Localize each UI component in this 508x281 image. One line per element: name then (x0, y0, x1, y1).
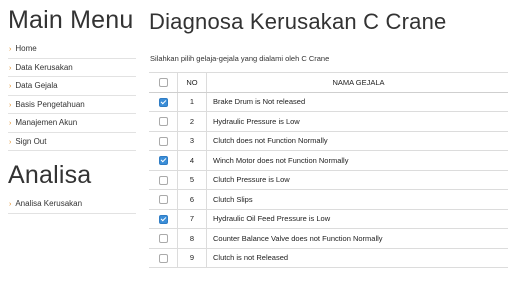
sidebar-item-data-gejala[interactable]: › Data Gejala (8, 77, 136, 96)
symptom-name: Clutch is not Released (206, 248, 508, 268)
checkbox-cell (149, 92, 178, 112)
symptom-name: Hydraulic Oil Feed Pressure is Low (206, 209, 508, 229)
main-menu-title: Main Menu (8, 6, 134, 34)
table-row: 9 Clutch is not Released (149, 248, 508, 268)
symptom-checkbox[interactable] (158, 97, 168, 107)
symptom-checkbox[interactable] (158, 214, 168, 224)
symptom-checkbox[interactable] (158, 156, 168, 165)
nav-item-label: Analisa Kerusakan (15, 199, 83, 208)
symptom-checkbox[interactable] (158, 234, 168, 243)
table-row: 7 Hydraulic Oil Feed Pressure is Low (149, 209, 508, 229)
header-no: NO (177, 72, 207, 93)
nav-item-label: Data Kerusakan (15, 62, 73, 72)
symptom-checkbox[interactable] (158, 195, 168, 204)
chevron-right-icon: › (9, 201, 12, 208)
symptom-name: Clutch does not Function Normally (206, 131, 508, 151)
symptom-checkbox[interactable] (158, 136, 168, 146)
table-row: 1 Brake Drum is Not released (149, 92, 508, 112)
nav-item-label: Manajemen Akun (15, 118, 78, 127)
sidebar-item-sign-out[interactable]: › Sign Out (8, 133, 136, 151)
symptom-checkbox[interactable] (158, 117, 168, 126)
symptom-name: Brake Drum is Not released (206, 92, 508, 112)
chevron-right-icon: › (9, 46, 12, 53)
checkbox-cell (149, 150, 178, 171)
symptom-name: Clutch Slips (206, 189, 508, 210)
main-content: Diagnosa Kerusakan C Crane Silahkan pili… (149, 0, 508, 268)
checkbox-cell (149, 228, 178, 249)
checkbox-cell (149, 189, 178, 210)
row-number: 2 (177, 111, 207, 132)
symptom-name: Hydraulic Pressure is Low (206, 111, 508, 132)
sidebar: Main Menu › Home › Data Kerusakan › Data Geja… (8, 0, 136, 214)
chevron-right-icon: › (9, 101, 12, 109)
checkbox-cell (149, 111, 178, 132)
row-number: 1 (177, 92, 207, 112)
chevron-right-icon: › (9, 83, 12, 90)
checkbox-cell (149, 170, 178, 190)
sidebar-item-manajemen-akun[interactable]: › Manajemen Akun (8, 114, 136, 133)
table-row: 2 Hydraulic Pressure is Low (149, 111, 508, 132)
analisa-menu-list: › Analisa Kerusakan (8, 195, 136, 214)
sidebar-item-basis-pengetahuan[interactable]: › Basis Pengetahuan (8, 96, 136, 114)
nav-item-label: Sign Out (15, 136, 47, 146)
table-row: 3 Clutch does not Function Normally (149, 131, 508, 151)
symptom-name: Clutch Pressure is Low (206, 170, 508, 190)
checkbox-cell (149, 209, 178, 229)
nav-item-label: Data Gejala (15, 81, 58, 90)
row-number: 4 (177, 150, 207, 171)
chevron-right-icon: › (9, 138, 12, 146)
row-number: 5 (177, 170, 207, 190)
row-number: 6 (177, 189, 207, 210)
instruction-text: Silahkan pilih gelaja-gejala yang dialam… (150, 54, 330, 63)
sidebar-item-data-kerusakan[interactable]: › Data Kerusakan (8, 59, 136, 77)
select-all-checkbox[interactable] (158, 78, 168, 87)
row-number: 7 (177, 209, 207, 229)
row-number: 3 (177, 131, 207, 151)
row-number: 8 (177, 228, 207, 249)
nav-item-label: Home (15, 44, 37, 53)
table-row: 8 Counter Balance Valve does not Function… (149, 228, 508, 249)
symptom-table: NO NAMA GEJALA 1 Brake Drum is Not releas… (149, 72, 508, 268)
sidebar-item-home[interactable]: › Home (8, 40, 136, 59)
page-title: Diagnosa Kerusakan C Crane (149, 9, 447, 34)
symptom-checkbox[interactable] (158, 253, 168, 263)
header-nama-gejala: NAMA GEJALA (206, 72, 508, 93)
row-number: 9 (177, 248, 207, 268)
main-menu-list: › Home › Data Kerusakan › Data Gejala › Basis P… (8, 40, 136, 151)
table-row: 5 Clutch Pressure is Low (149, 170, 508, 190)
table-row: 4 Winch Motor does not Function Normally (149, 150, 508, 171)
table-row: 6 Clutch Slips (149, 189, 508, 210)
symptom-name: Winch Motor does not Function Normally (206, 150, 508, 171)
table-header-row: NO NAMA GEJALA (149, 72, 508, 93)
symptom-name: Counter Balance Valve does not Function … (206, 228, 508, 249)
symptom-checkbox[interactable] (158, 175, 168, 185)
analisa-item-analisa-kerusakan[interactable]: › Analisa Kerusakan (8, 195, 136, 214)
chevron-right-icon: › (9, 64, 12, 72)
chevron-right-icon: › (9, 120, 12, 127)
checkbox-cell (149, 131, 178, 151)
nav-item-label: Basis Pengetahuan (15, 99, 85, 109)
header-checkbox-cell (149, 72, 178, 93)
checkbox-cell (149, 248, 178, 268)
analisa-title: Analisa (8, 161, 92, 189)
